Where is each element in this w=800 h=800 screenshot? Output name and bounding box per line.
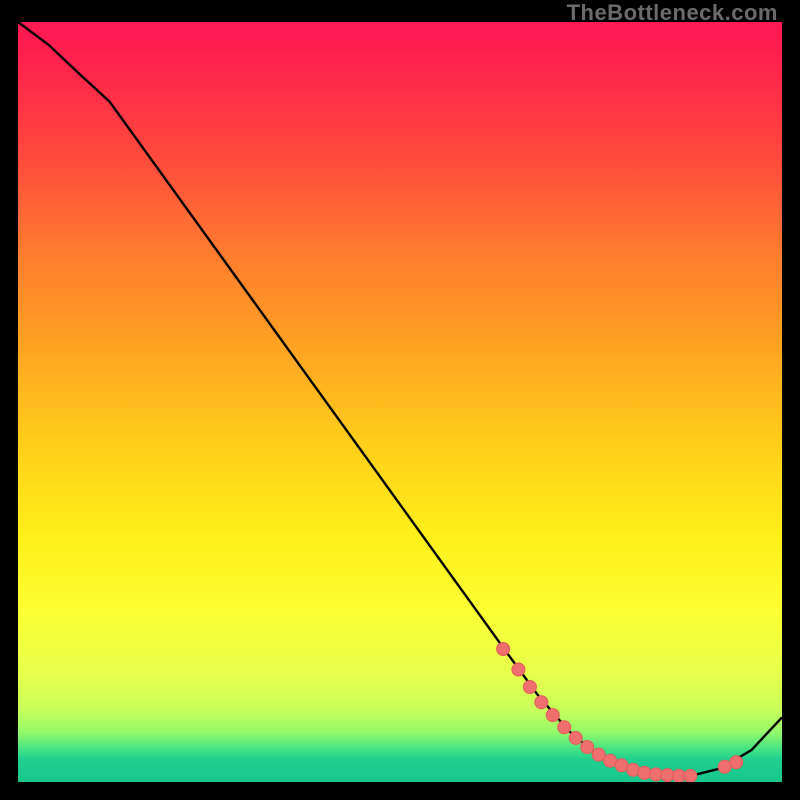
heat-background: [18, 22, 782, 782]
marker-dot: [558, 721, 571, 734]
marker-dot: [592, 748, 605, 761]
bottleneck-chart: [18, 22, 782, 782]
marker-dot: [638, 766, 651, 779]
marker-dot: [512, 663, 525, 676]
marker-dot: [569, 731, 582, 744]
chart-stage: TheBottleneck.com: [0, 0, 800, 800]
marker-dot: [523, 681, 536, 694]
marker-dot: [627, 763, 640, 776]
marker-dot: [497, 643, 510, 656]
marker-dot: [546, 709, 559, 722]
marker-dot: [535, 696, 548, 709]
marker-dot: [730, 756, 743, 769]
marker-dot: [684, 769, 697, 782]
marker-dot: [581, 741, 594, 754]
